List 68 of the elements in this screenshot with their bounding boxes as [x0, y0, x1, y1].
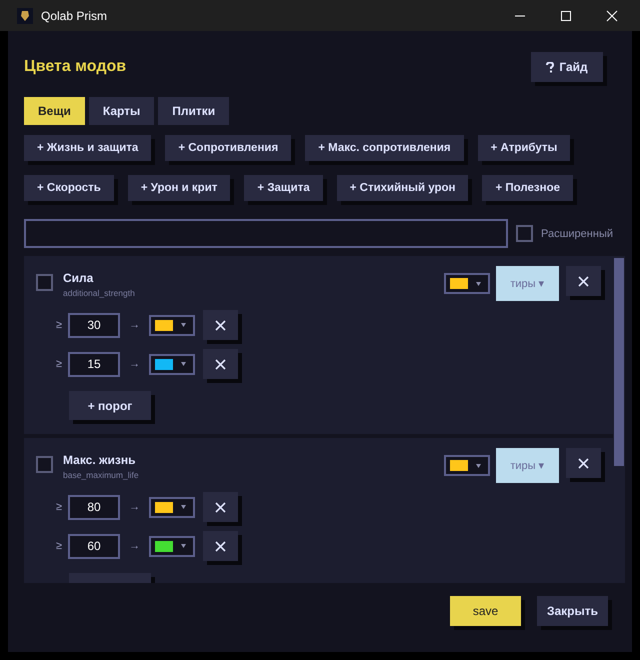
- arrow-text: →: [129, 319, 140, 331]
- mod-name: Макс. жизнь: [63, 453, 136, 467]
- close-icon: [215, 540, 226, 552]
- threshold-field[interactable]: 60: [68, 534, 120, 558]
- app-logo-icon: [17, 8, 33, 24]
- dropdown-arrow-icon: [476, 464, 481, 468]
- close-icon[interactable]: [606, 10, 618, 22]
- threshold-field[interactable]: 80: [68, 494, 120, 520]
- threshold-field[interactable]: 15: [68, 352, 120, 376]
- arrow-text: →: [129, 540, 140, 552]
- category-button[interactable]: + Урон и крит: [128, 175, 230, 201]
- color-picker[interactable]: [149, 536, 195, 556]
- threshold-field[interactable]: 30: [68, 312, 120, 338]
- category-button[interactable]: + Сопротивления: [165, 135, 292, 161]
- advanced-checkbox[interactable]: [516, 225, 533, 242]
- category-button[interactable]: + Полезное: [482, 175, 574, 201]
- color-picker[interactable]: [149, 496, 195, 518]
- close-icon: [578, 276, 589, 286]
- mod-name: Сила: [63, 271, 94, 285]
- category-button[interactable]: + Скорость: [24, 175, 114, 201]
- color-picker[interactable]: [149, 354, 195, 374]
- close-button[interactable]: Закрыть: [537, 596, 608, 626]
- color-picker[interactable]: [149, 314, 195, 336]
- category-button[interactable]: + Стихийный урон: [336, 175, 468, 201]
- guide-button[interactable]: Гайд: [531, 52, 603, 82]
- search-field[interactable]: [24, 219, 508, 248]
- add-threshold-button[interactable]: + порог: [69, 391, 151, 420]
- mod-id: base_maximum_life: [63, 470, 139, 480]
- category-button[interactable]: + Атрибуты: [478, 135, 570, 161]
- close-icon: [215, 358, 226, 370]
- arrow-text: →: [129, 358, 140, 370]
- close-icon: [215, 502, 226, 512]
- mod-checkbox[interactable]: [36, 456, 53, 473]
- tab[interactable]: Плитки: [158, 97, 230, 125]
- threshold-sign: ≥: [56, 358, 64, 370]
- close-icon: [578, 458, 589, 468]
- arrow-text: →: [129, 501, 140, 513]
- remove-button[interactable]: [566, 266, 601, 296]
- mod-id: additional_strength: [63, 288, 135, 298]
- dropdown-arrow-icon: [181, 362, 186, 366]
- maximize-icon[interactable]: [560, 10, 572, 22]
- window-title: Qolab Prism: [41, 8, 108, 22]
- dropdown-arrow-icon: [181, 323, 186, 327]
- question-icon: [546, 62, 554, 72]
- remove-button[interactable]: [203, 349, 238, 379]
- threshold-sign: ≥: [56, 319, 64, 331]
- close-icon: [215, 320, 226, 330]
- remove-button[interactable]: [566, 448, 601, 478]
- remove-button[interactable]: [203, 310, 238, 340]
- mod-checkbox[interactable]: [36, 274, 53, 291]
- dropdown-arrow-icon: [181, 544, 186, 548]
- threshold-sign: ≥: [56, 501, 64, 513]
- color-picker[interactable]: [444, 455, 490, 476]
- category-button[interactable]: + Жизнь и защита: [24, 135, 152, 161]
- threshold-sign: ≥: [56, 540, 64, 552]
- color-picker[interactable]: [444, 273, 490, 294]
- category-button[interactable]: + Макс. сопротивления: [305, 135, 464, 161]
- save-button[interactable]: save: [450, 596, 521, 626]
- page-title: Цвета модов: [24, 58, 126, 76]
- dropdown-arrow-icon: [181, 505, 186, 509]
- tab[interactable]: Карты: [88, 97, 154, 125]
- scrollbar-thumb[interactable]: [614, 258, 624, 466]
- tab[interactable]: Вещи: [24, 97, 85, 125]
- advanced-label: Расширенный: [541, 228, 613, 240]
- category-button[interactable]: + Защита: [244, 175, 323, 201]
- dropdown-arrow-icon: [476, 282, 481, 286]
- remove-button[interactable]: [203, 531, 238, 561]
- remove-button[interactable]: [203, 492, 238, 522]
